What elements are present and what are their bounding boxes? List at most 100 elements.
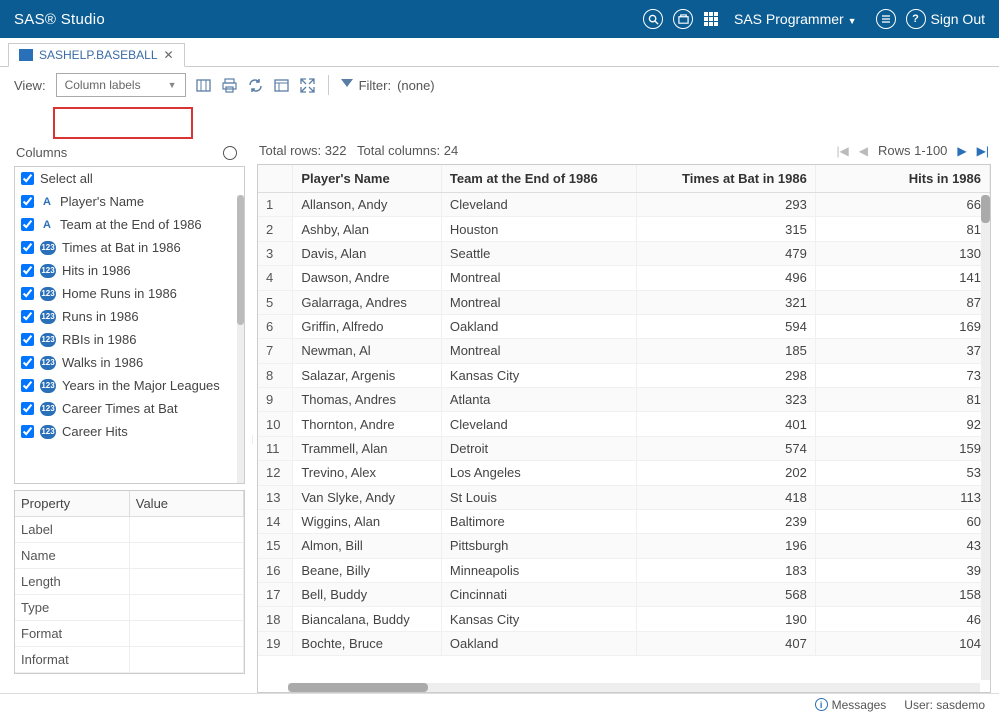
- open-icon[interactable]: [673, 9, 693, 29]
- tab-title: SASHELP.BASEBALL: [39, 48, 158, 62]
- row-index: 19: [258, 631, 293, 655]
- user-menu[interactable]: SAS Programmer ▼: [734, 11, 857, 27]
- table-row[interactable]: 18 Biancalana, Buddy Kansas City 190 46: [258, 607, 990, 631]
- column-header[interactable]: Hits in 1986: [815, 165, 989, 193]
- column-checkbox[interactable]: [21, 218, 34, 231]
- messages-link[interactable]: i Messages: [815, 698, 887, 712]
- tab-dataset[interactable]: SASHELP.BASEBALL ✕: [8, 43, 185, 67]
- filter-label: Filter:: [359, 78, 392, 93]
- separator: [328, 75, 329, 95]
- prev-page-icon[interactable]: ◀: [859, 144, 868, 158]
- column-item[interactable]: Years in the Major Leagues: [15, 374, 244, 397]
- table-row[interactable]: 3 Davis, Alan Seattle 479 130: [258, 241, 990, 265]
- filter-icon[interactable]: [341, 79, 353, 91]
- sign-out-link[interactable]: Sign Out: [931, 11, 985, 27]
- column-checkbox[interactable]: [21, 310, 34, 323]
- column-item[interactable]: Player's Name: [15, 190, 244, 213]
- column-label: Player's Name: [60, 194, 144, 209]
- table-row[interactable]: 19 Bochte, Bruce Oakland 407 104: [258, 631, 990, 655]
- help-icon[interactable]: ?: [906, 9, 926, 29]
- table-row[interactable]: 14 Wiggins, Alan Baltimore 239 60: [258, 509, 990, 533]
- cell: Griffin, Alfredo: [293, 314, 442, 338]
- column-item[interactable]: RBIs in 1986: [15, 328, 244, 351]
- info-icon: i: [815, 698, 828, 711]
- column-header[interactable]: Times at Bat in 1986: [636, 165, 815, 193]
- select-all-checkbox[interactable]: [21, 172, 34, 185]
- column-checkbox[interactable]: [21, 425, 34, 438]
- column-item[interactable]: Home Runs in 1986: [15, 282, 244, 305]
- column-item[interactable]: Career Times at Bat: [15, 397, 244, 420]
- columns-title: Columns: [16, 145, 67, 160]
- cell: Baltimore: [441, 509, 636, 533]
- table-row[interactable]: 17 Bell, Buddy Cincinnati 568 158: [258, 583, 990, 607]
- table-row[interactable]: 4 Dawson, Andre Montreal 496 141: [258, 266, 990, 290]
- cell: 315: [636, 217, 815, 241]
- table-row[interactable]: 9 Thomas, Andres Atlanta 323 81: [258, 388, 990, 412]
- column-item[interactable]: Runs in 1986: [15, 305, 244, 328]
- code-icon[interactable]: [274, 77, 290, 93]
- column-item[interactable]: Team at the End of 1986: [15, 213, 244, 236]
- cell: 104: [815, 631, 989, 655]
- horizontal-scrollbar[interactable]: [288, 683, 980, 692]
- table-row[interactable]: 13 Van Slyke, Andy St Louis 418 113: [258, 485, 990, 509]
- close-icon[interactable]: ✕: [164, 48, 174, 62]
- highlight-annotation: [53, 107, 193, 139]
- splitter-handle[interactable]: ⋮⋮⋮: [251, 435, 255, 451]
- cell: 298: [636, 363, 815, 387]
- table-row[interactable]: 11 Trammell, Alan Detroit 574 159: [258, 436, 990, 460]
- recent-icon[interactable]: [223, 146, 237, 160]
- column-header[interactable]: Player's Name: [293, 165, 442, 193]
- table-row[interactable]: 10 Thornton, Andre Cleveland 401 92: [258, 412, 990, 436]
- column-checkbox[interactable]: [21, 195, 34, 208]
- toolbar: View: Column labels ▼ Filter: (none): [0, 67, 999, 103]
- row-index: 1: [258, 193, 293, 217]
- vertical-scrollbar[interactable]: [981, 195, 990, 680]
- print-icon[interactable]: [222, 77, 238, 93]
- table-row[interactable]: 8 Salazar, Argenis Kansas City 298 73: [258, 363, 990, 387]
- table-row[interactable]: 1 Allanson, Andy Cleveland 293 66: [258, 193, 990, 217]
- column-settings-icon[interactable]: [196, 77, 212, 93]
- column-checkbox[interactable]: [21, 333, 34, 346]
- last-page-icon[interactable]: ▶|: [977, 144, 989, 158]
- column-checkbox[interactable]: [21, 241, 34, 254]
- column-header[interactable]: [258, 165, 293, 193]
- cell: Thomas, Andres: [293, 388, 442, 412]
- table-row[interactable]: 2 Ashby, Alan Houston 315 81: [258, 217, 990, 241]
- table-row[interactable]: 5 Galarraga, Andres Montreal 321 87: [258, 290, 990, 314]
- chevron-down-icon: ▼: [168, 80, 177, 90]
- cell: Kansas City: [441, 363, 636, 387]
- columns-scrollbar[interactable]: [237, 195, 244, 483]
- column-item[interactable]: Career Hits: [15, 420, 244, 443]
- cell: 73: [815, 363, 989, 387]
- column-header[interactable]: Team at the End of 1986: [441, 165, 636, 193]
- select-all-row[interactable]: Select all: [15, 167, 244, 190]
- column-checkbox[interactable]: [21, 264, 34, 277]
- collapse-icon[interactable]: [300, 77, 316, 93]
- row-index: 10: [258, 412, 293, 436]
- table-row[interactable]: 16 Beane, Billy Minneapolis 183 39: [258, 558, 990, 582]
- column-checkbox[interactable]: [21, 402, 34, 415]
- cell: 202: [636, 461, 815, 485]
- column-item[interactable]: Walks in 1986: [15, 351, 244, 374]
- table-row[interactable]: 15 Almon, Bill Pittsburgh 196 43: [258, 534, 990, 558]
- cell: Atlanta: [441, 388, 636, 412]
- total-cols: Total columns: 24: [357, 143, 458, 158]
- view-select[interactable]: Column labels ▼: [56, 73, 186, 97]
- column-checkbox[interactable]: [21, 287, 34, 300]
- more-options-icon[interactable]: [876, 9, 896, 29]
- search-icon[interactable]: [643, 9, 663, 29]
- refresh-icon[interactable]: [248, 77, 264, 93]
- column-checkbox[interactable]: [21, 379, 34, 392]
- table-row[interactable]: 7 Newman, Al Montreal 185 37: [258, 339, 990, 363]
- cell: 239: [636, 509, 815, 533]
- column-checkbox[interactable]: [21, 356, 34, 369]
- status-bar: i Messages User: sasdemo: [0, 693, 999, 715]
- cell: Newman, Al: [293, 339, 442, 363]
- first-page-icon[interactable]: |◀: [836, 144, 848, 158]
- table-row[interactable]: 12 Trevino, Alex Los Angeles 202 53: [258, 461, 990, 485]
- column-item[interactable]: Hits in 1986: [15, 259, 244, 282]
- column-item[interactable]: Times at Bat in 1986: [15, 236, 244, 259]
- table-row[interactable]: 6 Griffin, Alfredo Oakland 594 169: [258, 314, 990, 338]
- next-page-icon[interactable]: ▶: [957, 144, 966, 158]
- apps-icon[interactable]: [704, 12, 718, 26]
